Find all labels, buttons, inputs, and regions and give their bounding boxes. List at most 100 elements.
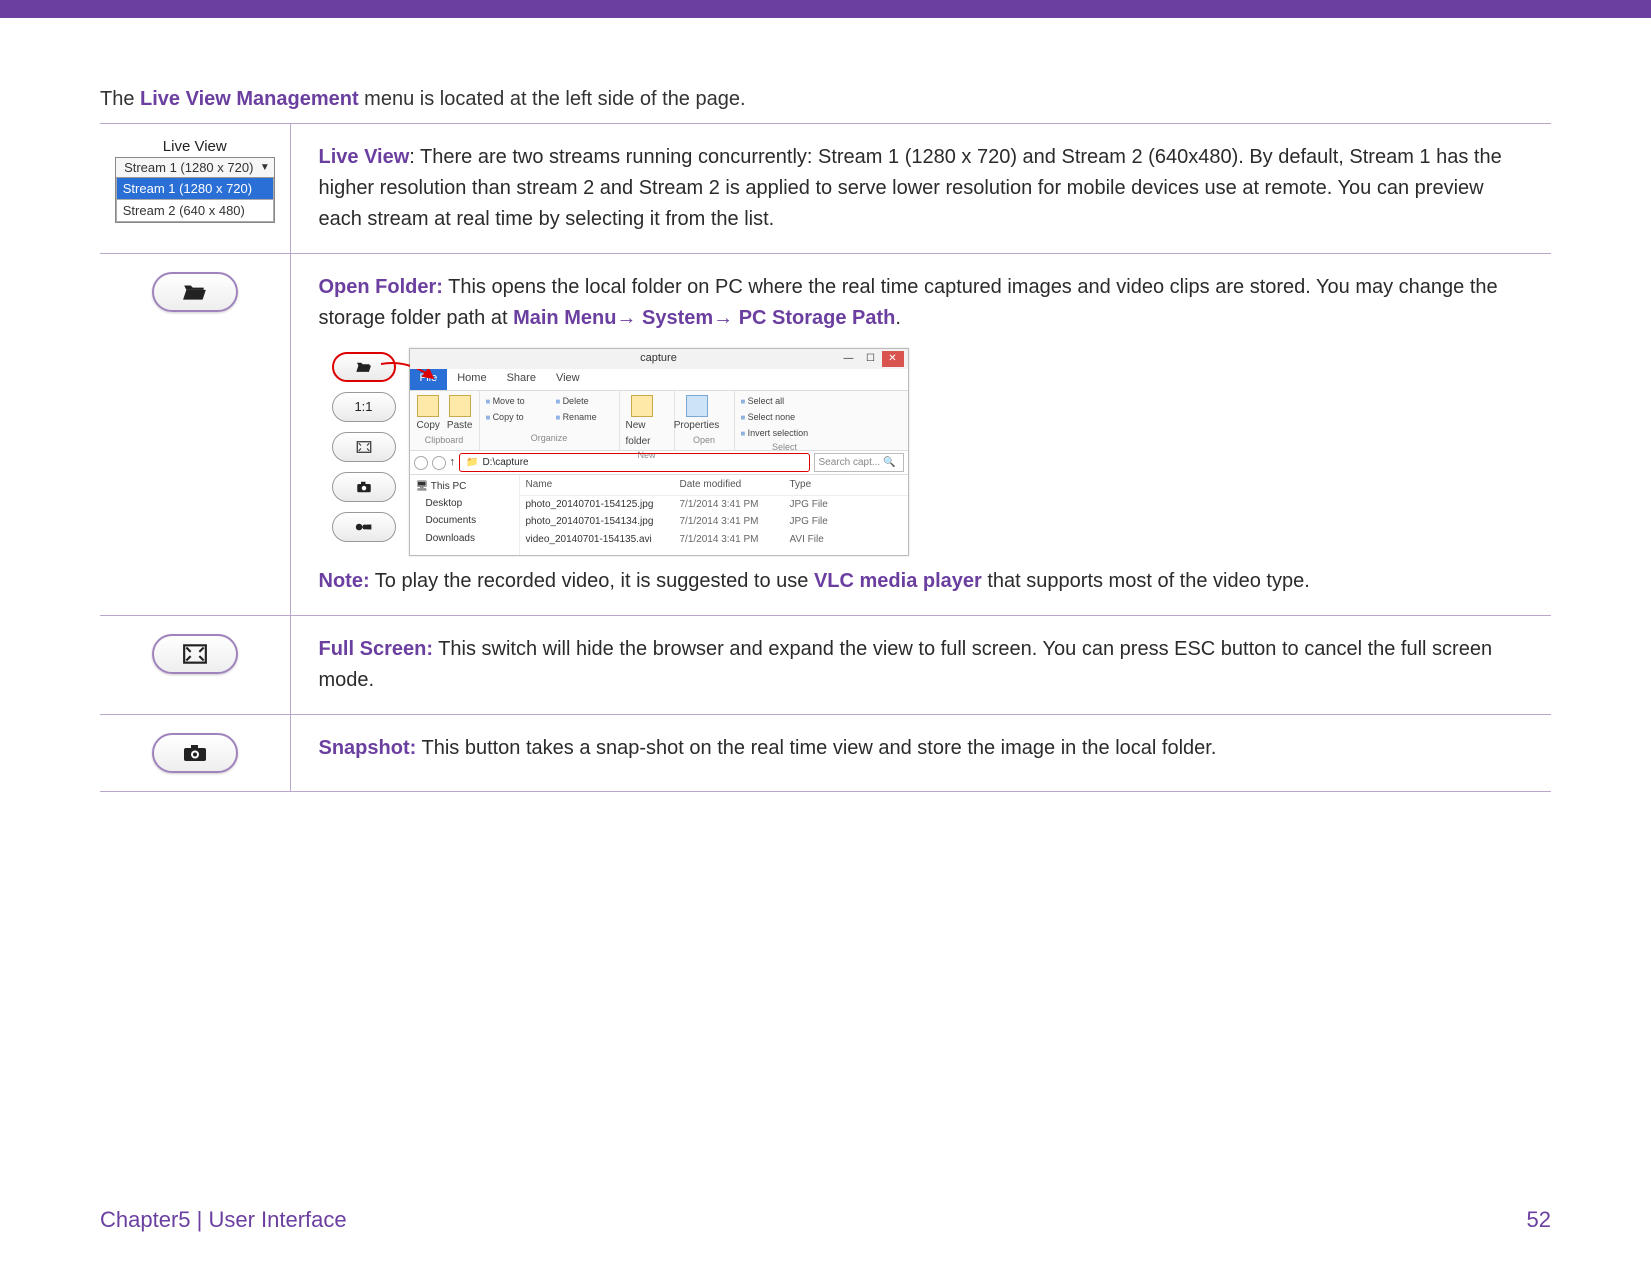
explorer-file-list: Name Date modified Type photo_20140701-1…	[520, 475, 908, 555]
intro-highlight: Live View Management	[140, 88, 359, 110]
explorer-search-input[interactable]: Search capt... 🔍	[814, 453, 904, 473]
page-content: The Live View Management menu is located…	[0, 18, 1651, 792]
camera-icon	[356, 481, 372, 493]
list-item[interactable]: photo_20140701-154134.jpg7/1/2014 3:41 P…	[520, 513, 908, 531]
liveview-dropdown[interactable]: Live View Stream 1 (1280 x 720) ▼ Stream…	[115, 138, 275, 223]
tree-downloads[interactable]: Downloads	[416, 530, 513, 548]
fullscreen-icon	[356, 441, 372, 453]
file-explorer-window: capture — ☐ ✕ File Home Share View	[409, 348, 909, 556]
nav-forward-icon[interactable]	[432, 456, 446, 470]
snapshot-button[interactable]	[152, 733, 238, 773]
fullscreen-button[interactable]	[152, 634, 238, 674]
nav-up-icon[interactable]: ↑	[450, 454, 456, 471]
list-item[interactable]: video_20140701-154135.avi7/1/2014 3:41 P…	[520, 531, 908, 549]
ribbon-delete[interactable]: Delete	[556, 395, 597, 409]
path-system: System	[636, 307, 713, 329]
liveview-option-stream1[interactable]: Stream 1 (1280 x 720)	[116, 178, 274, 200]
fullscreen-icon	[182, 643, 208, 665]
note-pre: To play the recorded video, it is sugges…	[370, 570, 814, 592]
list-item[interactable]: photo_20140701-154125.jpg7/1/2014 3:41 P…	[520, 496, 908, 514]
intro-paragraph: The Live View Management menu is located…	[100, 88, 1551, 111]
recorder-icon	[355, 521, 373, 533]
tree-desktop[interactable]: Desktop	[416, 495, 513, 513]
liveview-text: : There are two streams running concurre…	[319, 146, 1502, 230]
openfolder-left-cell	[100, 254, 290, 616]
liveview-current-text: Stream 1 (1280 x 720)	[124, 160, 253, 175]
col-name[interactable]: Name	[520, 477, 680, 493]
tree-documents[interactable]: Documents	[416, 512, 513, 530]
note-vlc: VLC media player	[814, 570, 982, 592]
ribbon-group-organize: Organize	[486, 432, 613, 446]
path-main-menu: Main Menu	[513, 307, 616, 329]
folder-icon: 📁	[466, 455, 478, 471]
openfolder-label: Open Folder:	[319, 276, 443, 298]
ribbon-group-clipboard: Clipboard	[416, 434, 473, 448]
feature-table: Live View Stream 1 (1280 x 720) ▼ Stream…	[100, 123, 1551, 792]
explorer-address-bar: ↑ 📁 D:\capture Search capt... 🔍	[410, 451, 908, 475]
snapshot-description: Snapshot: This button takes a snap-shot …	[290, 715, 1551, 792]
fullscreen-left-cell	[100, 616, 290, 715]
arrow2: →	[713, 307, 733, 329]
col-date[interactable]: Date modified	[680, 477, 790, 493]
intro-post: menu is located at the left side of the …	[359, 88, 746, 110]
explorer-ribbon: Copy Paste Clipboard Move to Copy to	[410, 391, 908, 451]
ribbon-paste[interactable]: Paste	[447, 395, 473, 434]
ribbon-rename[interactable]: Rename	[556, 411, 597, 425]
open-folder-button[interactable]	[152, 272, 238, 312]
snapshot-text: This button takes a snap-shot on the rea…	[416, 737, 1216, 759]
liveview-option-stream2[interactable]: Stream 2 (640 x 480)	[116, 200, 274, 222]
intro-pre: The	[100, 88, 140, 110]
tab-share[interactable]: Share	[497, 367, 546, 390]
fullscreen-description: Full Screen: This switch will hide the b…	[290, 616, 1551, 715]
ribbon-select-none[interactable]: Select none	[741, 411, 829, 425]
fullscreen-label: Full Screen:	[319, 638, 433, 660]
openfolder-description: Open Folder: This opens the local folder…	[290, 254, 1551, 616]
side-icon-bar: 1:1	[319, 348, 409, 556]
explorer-tree: 🖥 This PC Desktop Documents Downloads	[410, 475, 520, 555]
path-storage: PC Storage Path	[733, 307, 895, 329]
side-actual-size-button[interactable]: 1:1	[332, 392, 396, 422]
openfolder-note: Note: To play the recorded video, it is …	[319, 566, 1532, 597]
liveview-current-value[interactable]: Stream 1 (1280 x 720) ▼	[116, 158, 274, 178]
folder-open-icon	[355, 360, 373, 374]
explorer-titlebar: capture — ☐ ✕	[410, 349, 908, 369]
page-footer: Chapter5 | User Interface 52	[100, 1207, 1551, 1233]
ribbon-group-open: Open	[681, 434, 728, 448]
side-snapshot-button[interactable]	[332, 472, 396, 502]
ribbon-new-folder[interactable]: New folder	[626, 395, 658, 449]
ribbon-invert[interactable]: Invert selection	[741, 427, 829, 441]
note-post: that supports most of the video type.	[982, 570, 1310, 592]
note-label: Note:	[319, 570, 370, 592]
ribbon-properties[interactable]: Properties	[681, 395, 713, 434]
arrow1: →	[616, 307, 636, 329]
liveview-widget-title: Live View	[115, 138, 275, 155]
footer-page-number: 52	[1527, 1207, 1551, 1233]
openfolder-text1: This opens the local folder on PC where …	[319, 276, 1498, 329]
footer-chapter: Chapter5 | User Interface	[100, 1207, 347, 1233]
folder-open-icon	[182, 281, 208, 303]
explorer-tabs: File Home Share View	[410, 369, 908, 391]
liveview-description: Live View: There are two streams running…	[290, 124, 1551, 254]
snapshot-label: Snapshot:	[319, 737, 417, 759]
camera-icon	[182, 742, 208, 764]
col-type[interactable]: Type	[790, 477, 850, 493]
explorer-figure: 1:1 capture	[319, 348, 1532, 556]
tab-home[interactable]: Home	[447, 367, 496, 390]
side-fullscreen-button[interactable]	[332, 432, 396, 462]
nav-back-icon[interactable]	[414, 456, 428, 470]
liveview-label: Live View	[319, 146, 410, 168]
explorer-title: capture	[410, 350, 908, 367]
address-path[interactable]: 📁 D:\capture	[459, 453, 810, 473]
side-record-button[interactable]	[332, 512, 396, 542]
snapshot-left-cell	[100, 715, 290, 792]
header-bar	[0, 0, 1651, 18]
tab-view[interactable]: View	[546, 367, 590, 390]
fullscreen-text: This switch will hide the browser and ex…	[319, 638, 1493, 691]
address-path-text: D:\capture	[482, 455, 528, 471]
ribbon-select-all[interactable]: Select all	[741, 395, 829, 409]
liveview-left-cell: Live View Stream 1 (1280 x 720) ▼ Stream…	[100, 124, 290, 254]
list-columns: Name Date modified Type	[520, 475, 908, 496]
tree-this-pc[interactable]: 🖥 This PC	[416, 479, 513, 495]
ribbon-copy[interactable]: Copy	[416, 395, 441, 434]
dropdown-caret-icon: ▼	[260, 162, 270, 173]
